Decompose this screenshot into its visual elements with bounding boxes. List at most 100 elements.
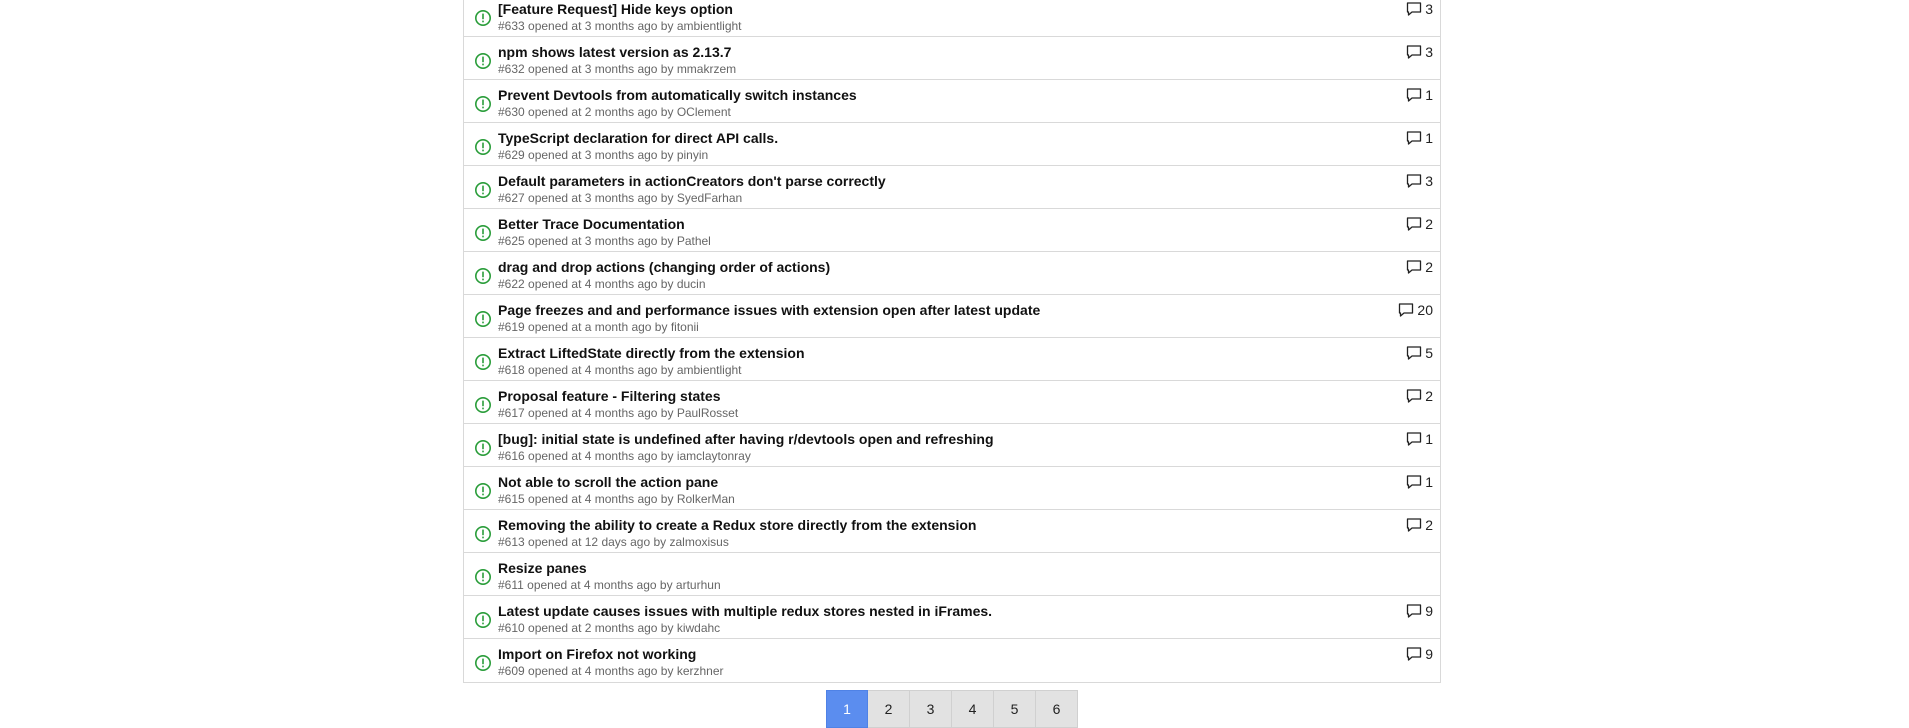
issue-title-link[interactable]: Removing the ability to create a Redux s… <box>498 517 976 533</box>
issue-opened-icon <box>475 655 491 671</box>
issue-author: OClement <box>676 105 731 119</box>
issue-opened-icon <box>475 225 491 241</box>
issue-meta: #632 opened at 3 months ago by mmakrzem <box>498 62 736 76</box>
issue-row[interactable]: npm shows latest version as 2.13.7 #632 o… <box>464 37 1440 80</box>
comment-count[interactable]: 5 <box>1405 344 1433 362</box>
issue-opened: opened at 3 months ago by <box>524 62 677 76</box>
issue-title-link[interactable]: [bug]: initial state is undefined after … <box>498 431 994 447</box>
issue-title-link[interactable]: drag and drop actions (changing order of… <box>498 259 830 275</box>
page-button-3[interactable]: 3 <box>910 690 952 728</box>
comment-count[interactable]: 3 <box>1405 43 1433 61</box>
issue-number: #627 <box>498 191 525 205</box>
issue-row[interactable]: drag and drop actions (changing order of… <box>464 252 1440 295</box>
comment-count[interactable]: 1 <box>1405 86 1433 104</box>
issue-opened-icon <box>475 268 491 284</box>
comment-count-value: 9 <box>1425 646 1433 662</box>
issue-opened-icon <box>475 53 491 69</box>
issue-row[interactable]: TypeScript declaration for direct API ca… <box>464 123 1440 166</box>
comment-icon <box>1407 389 1422 403</box>
issue-title-link[interactable]: npm shows latest version as 2.13.7 <box>498 44 731 60</box>
issue-row[interactable]: Default parameters in actionCreators don… <box>464 166 1440 209</box>
issue-title-link[interactable]: Better Trace Documentation <box>498 216 685 232</box>
page-button-2[interactable]: 2 <box>868 690 910 728</box>
comment-count[interactable]: 1 <box>1405 473 1433 491</box>
issue-row[interactable]: Removing the ability to create a Redux s… <box>464 510 1440 553</box>
issue-row[interactable]: Extract LiftedState directly from the ex… <box>464 338 1440 381</box>
issue-row[interactable]: Page freezes and and performance issues … <box>464 295 1440 338</box>
issue-opened-icon <box>475 96 491 112</box>
issue-opened: opened at 4 months ago by <box>524 277 677 291</box>
comment-icon <box>1407 2 1422 16</box>
issue-opened-icon <box>475 311 491 327</box>
comment-count[interactable]: 2 <box>1405 387 1433 405</box>
comment-icon <box>1407 45 1422 59</box>
comment-icon <box>1407 432 1422 446</box>
page-button-1[interactable]: 1 <box>826 690 868 728</box>
issue-author: ambientlight <box>676 363 742 377</box>
issue-author: mmakrzem <box>676 62 737 76</box>
issue-title-link[interactable]: Extract LiftedState directly from the ex… <box>498 345 805 361</box>
issue-opened: opened at 3 months ago by <box>524 234 677 248</box>
comment-count[interactable]: 2 <box>1405 215 1433 233</box>
issue-opened-icon <box>475 569 491 585</box>
page-button-6[interactable]: 6 <box>1036 690 1078 728</box>
issue-row[interactable]: [Feature Request] Hide keys option #633 o… <box>464 0 1440 37</box>
comment-count[interactable]: 3 <box>1405 172 1433 190</box>
comment-count[interactable]: 1 <box>1405 430 1433 448</box>
issue-opened: opened at 4 months ago by <box>524 363 677 377</box>
issue-title-link[interactable]: Resize panes <box>498 560 587 576</box>
comment-count[interactable]: 2 <box>1405 258 1433 276</box>
comment-count[interactable]: 2 <box>1405 516 1433 534</box>
issue-meta: #622 opened at 4 months ago by ducin <box>498 277 706 291</box>
comment-count[interactable]: 20 <box>1397 301 1433 319</box>
issue-number: #622 <box>498 277 525 291</box>
issue-title-link[interactable]: TypeScript declaration for direct API ca… <box>498 130 778 146</box>
issue-title-link[interactable]: Import on Firefox not working <box>498 646 696 662</box>
comment-count[interactable]: 3 <box>1405 0 1433 18</box>
issue-title-link[interactable]: Page freezes and and performance issues … <box>498 302 1040 318</box>
comment-icon <box>1407 647 1422 661</box>
issue-title-link[interactable]: Prevent Devtools from automatically swit… <box>498 87 857 103</box>
issue-title-link[interactable]: Default parameters in actionCreators don… <box>498 173 886 189</box>
comment-icon <box>1407 217 1422 231</box>
issue-number: #610 <box>498 621 525 635</box>
issue-number: #633 <box>498 19 525 33</box>
issue-meta: #627 opened at 3 months ago by SyedFarha… <box>498 191 742 205</box>
issue-row[interactable]: Latest update causes issues with multipl… <box>464 596 1440 639</box>
issue-title-link[interactable]: [Feature Request] Hide keys option <box>498 1 733 17</box>
comment-count-value: 3 <box>1425 173 1433 189</box>
issue-row[interactable]: Proposal feature - Filtering states #617 … <box>464 381 1440 424</box>
comment-count-value: 3 <box>1425 44 1433 60</box>
comment-count[interactable]: 9 <box>1405 602 1433 620</box>
page-button-5[interactable]: 5 <box>994 690 1036 728</box>
issue-author: RolkerMan <box>676 492 735 506</box>
issue-opened: opened at 12 days ago by <box>524 535 670 549</box>
issue-title-link[interactable]: Latest update causes issues with multipl… <box>498 603 992 619</box>
issue-row[interactable]: Import on Firefox not working #609 opened… <box>464 639 1440 682</box>
comment-count[interactable]: 1 <box>1405 129 1433 147</box>
issue-opened-icon <box>475 139 491 155</box>
comment-count-value: 2 <box>1425 388 1433 404</box>
issue-author: Pathel <box>676 234 711 248</box>
issue-number: #617 <box>498 406 525 420</box>
issue-author: arturhun <box>675 578 721 592</box>
comment-icon <box>1407 174 1422 188</box>
issue-number: #629 <box>498 148 525 162</box>
comment-icon <box>1407 518 1422 532</box>
issue-title-link[interactable]: Not able to scroll the action pane <box>498 474 718 490</box>
comment-count[interactable]: 9 <box>1405 645 1433 663</box>
issue-row[interactable]: Prevent Devtools from automatically swit… <box>464 80 1440 123</box>
issue-row[interactable]: Better Trace Documentation #625 opened at… <box>464 209 1440 252</box>
issue-meta: #610 opened at 2 months ago by kiwdahc <box>498 621 720 635</box>
issue-row[interactable]: Resize panes #611 opened at 4 months ago … <box>464 553 1440 596</box>
issue-author: zalmoxisus <box>669 535 729 549</box>
page-button-4[interactable]: 4 <box>952 690 994 728</box>
issue-meta: #611 opened at 4 months ago by arturhun <box>498 578 721 592</box>
issue-meta: #609 opened at 4 months ago by kerzhner <box>498 664 724 678</box>
issue-meta: #615 opened at 4 months ago by RolkerMan <box>498 492 735 506</box>
issue-row[interactable]: [bug]: initial state is undefined after … <box>464 424 1440 467</box>
issue-row[interactable]: Not able to scroll the action pane #615 o… <box>464 467 1440 510</box>
issue-opened: opened at 4 months ago by <box>524 492 677 506</box>
issue-title-link[interactable]: Proposal feature - Filtering states <box>498 388 721 404</box>
comment-count-value: 20 <box>1417 302 1433 318</box>
